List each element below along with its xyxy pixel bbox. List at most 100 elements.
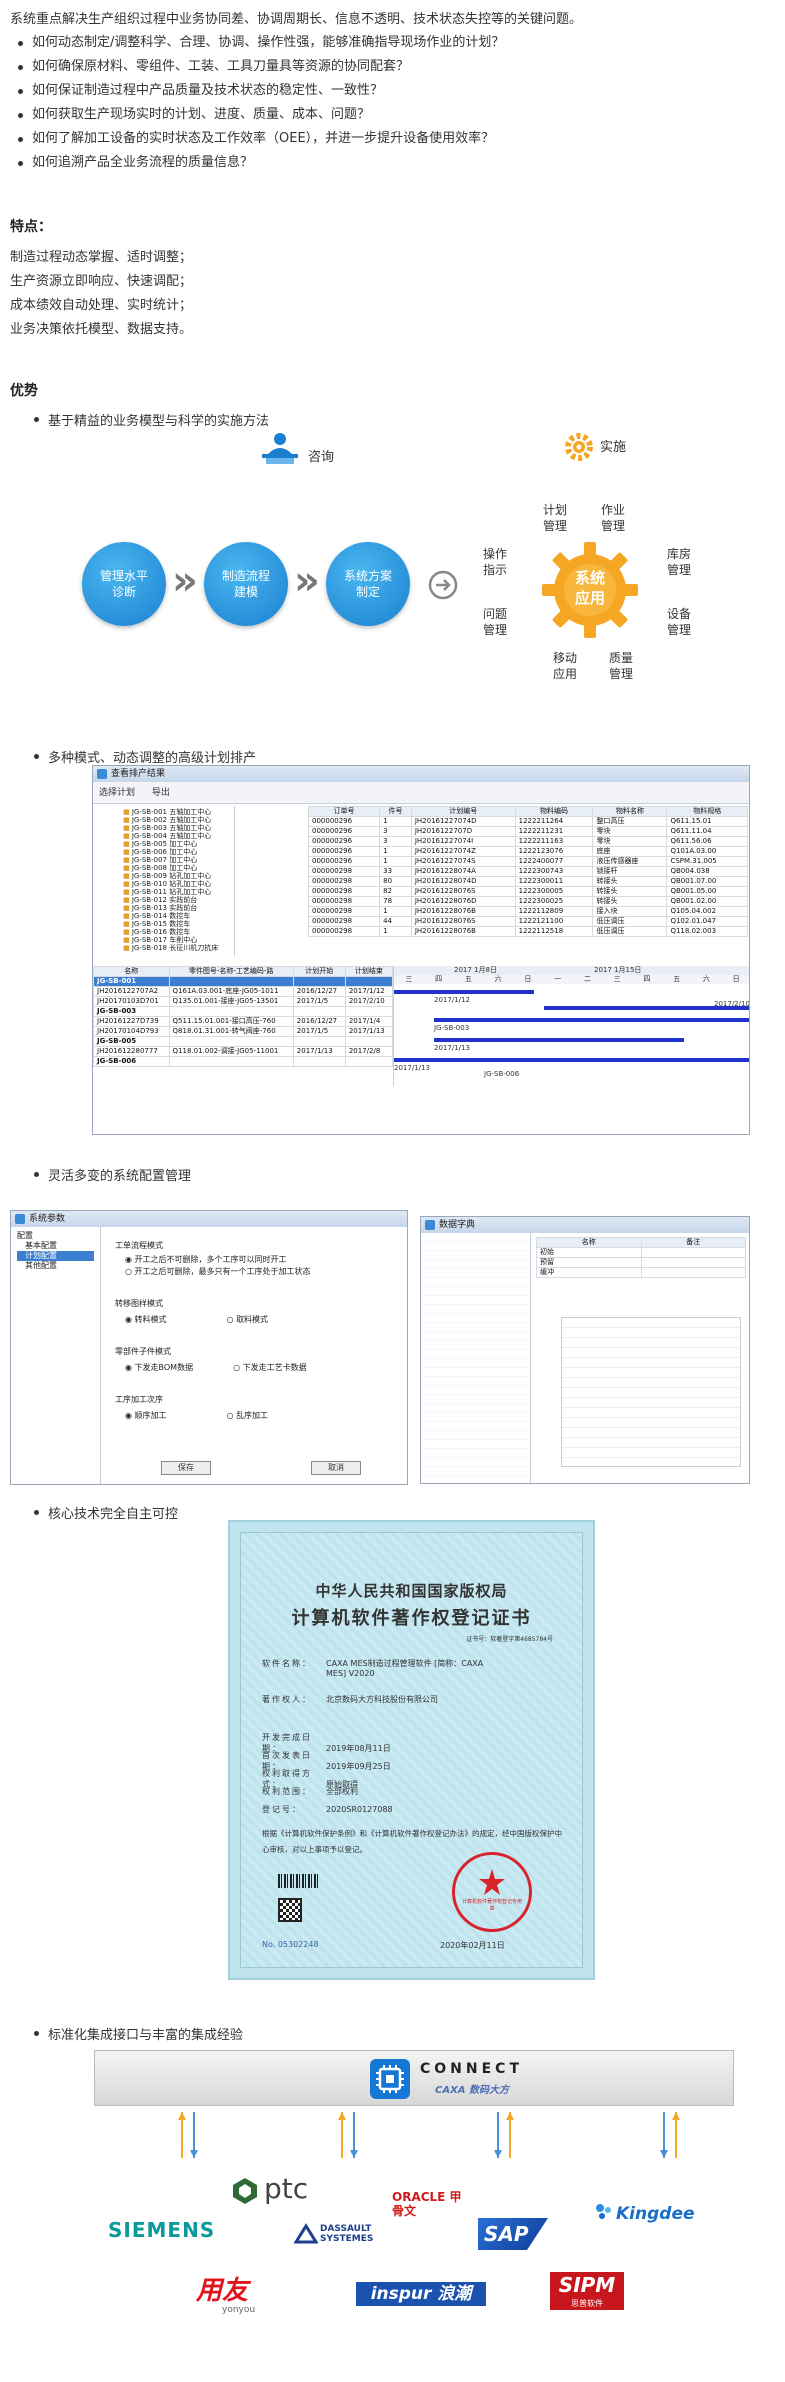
tree-item[interactable]: JG-SB-006 加工中心 [123,848,234,856]
column-header[interactable]: 物料编码 [514,806,594,817]
column-header[interactable]: 计划开始 [292,966,346,977]
table-row[interactable]: JG-SB-001 [93,976,394,987]
column-header[interactable]: 名称 [93,966,170,977]
table-cell: 接入块 [592,906,668,917]
table-row[interactable]: JH20170104D793 Q818.01.31.001-转气阀座-760 201… [93,1026,394,1037]
table-cell [292,976,346,987]
dictionary-tree[interactable] [421,1233,531,1483]
table-row[interactable]: JH201612280777 Q118.01.002-调接-JG05-11001 2… [93,1046,394,1057]
table-row[interactable]: 预留 [536,1257,746,1268]
table-row[interactable]: 000000298 80 JH20161228074D 1222300011 转接头 QB… [307,876,748,887]
chevron-right-icon: » [294,558,320,604]
gantt-bar[interactable] [434,1018,749,1022]
gantt-chart: 2017 1月8日 2017 1月15日 三 四 五 六 日 一 二 三 四 五… [393,966,749,1086]
table-cell: Q161A.03.001-底座-JG05-1011 [168,986,294,997]
column-header[interactable]: 件号 [379,806,412,817]
gantt-bar[interactable] [394,1058,749,1062]
column-header[interactable]: 计划结束 [344,966,394,977]
table-row[interactable]: 000000296 1 JH20161227074S 1222400077 液压传感器座… [307,856,748,867]
table-cell: 1222211163 [514,836,594,847]
radio-option[interactable]: ◉ 转料模式 ○ 取料模式 [115,1315,395,1325]
property-grid[interactable] [561,1317,741,1467]
tree-item[interactable]: JG-SB-005 加工中心 [123,840,234,848]
table-row[interactable]: JG-SB-003 [93,1006,394,1017]
save-button[interactable]: 保存 [161,1461,211,1475]
select-plan-button[interactable]: 选择计划 [99,788,135,798]
tree-item[interactable]: 其他配置 [17,1261,94,1271]
radio-option[interactable]: ○ 开工之后可删除，最多只有一个工序处于加工状态 [115,1267,395,1277]
tree-item[interactable]: JG-SB-002 五轴加工中心 [123,816,234,824]
tree-item[interactable]: JG-SB-016 数控车 [123,928,234,936]
gantt-bar[interactable] [394,990,534,994]
sipm-logo: SIPM [550,2272,624,2298]
column-header[interactable]: 名称 [536,1237,642,1248]
table-cell: 1222112518 [514,926,594,937]
table-row[interactable]: 缓冲 [536,1267,746,1278]
tree-item[interactable]: JG-SB-017 车削中心 [123,936,234,944]
table-row[interactable]: JH2016122707A2 Q161A.03.001-底座-JG05-1011 2… [93,986,394,997]
table-row[interactable]: JG-SB-006 [93,1056,394,1067]
tree-item[interactable]: JG-SB-004 五轴加工中心 [123,832,234,840]
table-row[interactable]: 初始 [536,1247,746,1258]
gear-icon [562,430,596,468]
tree-item[interactable]: JG-SB-009 钻孔加工中心 [123,872,234,880]
table-cell: Q105.04.002 [666,906,748,917]
radio-option[interactable]: ◉ 开工之后不可删除，多个工序可以同时开工 [115,1255,395,1265]
official-seal: 计算机软件著作权登记专用章 [452,1852,532,1932]
intro-lead: 系统重点解决生产组织过程中业务协同差、协调周期长、信息不透明、技术状态失控等的关… [10,12,583,27]
tree-item[interactable]: JG-SB-008 加工中心 [123,864,234,872]
gantt-bar[interactable] [434,1038,684,1042]
table-row[interactable]: 000000296 3 JH2016122707D 1222211231 零块 Q611.… [307,826,748,837]
column-header[interactable]: 订单号 [307,806,381,817]
tree-item[interactable]: JG-SB-012 实践前台 [123,896,234,904]
equipment-tree[interactable]: JG-SB-001 五轴加工中心 JG-SB-002 五轴加工中心 JG-SB-… [93,806,235,956]
gantt-month-header: 2017 1月8日 2017 1月15日 [394,966,749,975]
table-cell: JH20161228076S [410,886,516,897]
tree-item[interactable]: 基本配置 [17,1241,94,1251]
table-row[interactable]: 000000296 1 JH20161227074D 1222211264 整口高压 Q6… [307,816,748,827]
column-header[interactable]: 物料名称 [592,806,668,817]
tree-item[interactable]: JG-SB-013 实践前台 [123,904,234,912]
cert-field: 登记号： 2020SR0127088 [262,1805,393,1814]
table-cell [344,1036,394,1047]
table-cell: 整口高压 [592,816,668,827]
table-row[interactable]: 000000296 3 JH20161227074I 1222211163 零块 Q611… [307,836,748,847]
table-row[interactable]: 000000298 44 JH20161228076S 1222121100 低压调压 Q… [307,916,748,927]
tree-item[interactable]: JG-SB-010 钻孔加工中心 [123,880,234,888]
table-row[interactable]: 000000298 1 JH20161228076B 1222112809 接入块 Q10… [307,906,748,917]
table-row[interactable]: 000000296 1 JH20161227074Z 1222123076 底座 Q101… [307,846,748,857]
table-row[interactable]: 000000298 33 JH20161228074A 1222300743 锁接杆 QB… [307,866,748,877]
tree-item[interactable]: JG-SB-011 钻孔加工中心 [123,888,234,896]
tree-item[interactable]: JG-SB-007 加工中心 [123,856,234,864]
window-titlebar: 数据字典 [421,1217,749,1233]
table-row[interactable]: JH20170103D701 Q135.01.001-接座-JG05-13501 2… [93,996,394,1007]
column-header[interactable]: 物料规格 [666,806,748,817]
advantages-title: 优势 [10,383,38,399]
radio-option[interactable]: ◉ 下发走BOM数据 ○ 下发走工艺卡数据 [115,1363,395,1373]
table-cell: 44 [379,916,412,927]
tree-item[interactable]: JG-SB-015 数控车 [123,920,234,928]
radio-option[interactable]: ◉ 顺序加工 ○ 乱序加工 [115,1411,395,1421]
tree-item[interactable]: 配置 [17,1231,94,1241]
column-header[interactable]: 备注 [640,1237,746,1248]
table-row[interactable]: JG-SB-005 [93,1036,394,1047]
table-cell: 2017/1/5 [292,1026,346,1037]
column-header[interactable]: 零件图号-名称-工艺编码-路 [168,966,294,977]
cancel-button[interactable]: 取消 [311,1461,361,1475]
table-cell: Q101A.03.00 [666,846,748,857]
inspur-logo: inspur 浪潮 [356,2282,486,2306]
column-header[interactable]: 计划编号 [410,806,516,817]
tree-item[interactable]: 计划配置 [17,1251,94,1261]
tree-item[interactable]: JG-SB-014 数控车 [123,912,234,920]
tree-item[interactable]: JG-SB-001 五轴加工中心 [123,808,234,816]
table-row[interactable]: 000000298 1 JH20161228076B 1222112518 低压调压 Q1… [307,926,748,937]
table-row[interactable]: JH20161227D739 Q511.15.01.001-接口高压-760 201… [93,1016,394,1027]
table-row[interactable]: 000000298 78 JH20161228076D 1222300025 转接头 QB… [307,896,748,907]
table-cell: JG-SB-001 [93,976,170,987]
export-button[interactable]: 导出 [152,788,170,798]
tree-item[interactable]: JG-SB-003 五轴加工中心 [123,824,234,832]
table-row[interactable]: 000000298 82 JH20161228076S 1222300005 转接头 QB… [307,886,748,897]
table-cell: JH20161228076D [410,896,516,907]
table-cell: 1222300005 [514,886,594,897]
tree-item[interactable]: JG-SB-018 长征川机刀抗床 [123,944,234,952]
